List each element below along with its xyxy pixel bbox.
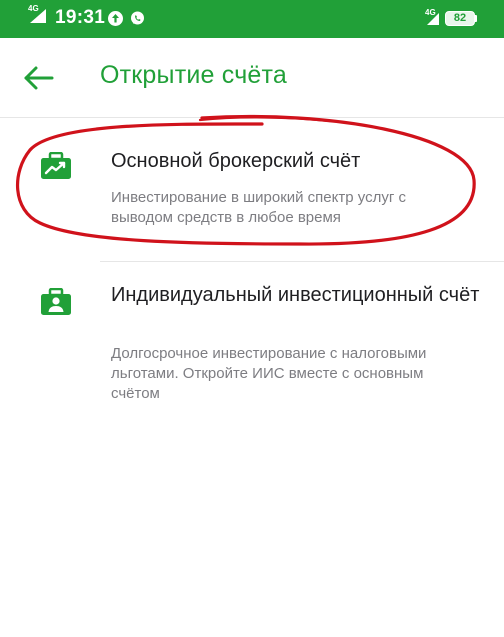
page-title: Открытие счёта — [100, 61, 287, 89]
battery-icon: 82 — [445, 11, 475, 26]
item-description: Инвестирование в широкий спектр услуг с … — [111, 189, 406, 226]
status-bar: 4G 19:31 4G 82 — [0, 0, 504, 38]
briefcase-chart-icon — [41, 152, 71, 179]
item-title: Основной брокерский счёт — [111, 150, 361, 172]
app-bar: Открытие счёта — [0, 38, 504, 118]
signal-icon — [30, 9, 46, 23]
viber-icon — [131, 11, 144, 25]
briefcase-person-icon — [41, 288, 71, 315]
battery-tip — [475, 15, 477, 22]
item-description: Долгосрочное инвестирование с налоговыми… — [111, 345, 427, 402]
upload-icon — [108, 11, 123, 26]
signal-icon — [427, 13, 439, 25]
status-time: 19:31 — [55, 7, 106, 28]
item-title: Индивидуальный инвестиционный счёт — [111, 284, 480, 306]
arrow-left-icon[interactable] — [22, 64, 56, 92]
list-item-iis-account[interactable]: Индивидуальный инвестиционный счёт Долго… — [0, 262, 504, 412]
list-item-brokerage-account[interactable]: Основной брокерский счёт Инвестирование … — [0, 118, 504, 261]
